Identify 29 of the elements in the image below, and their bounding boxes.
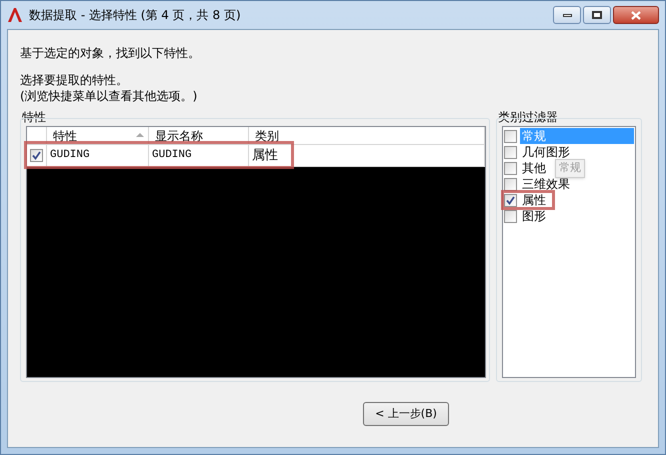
list-item[interactable]: 几何图形: [520, 144, 572, 160]
list-item[interactable]: 三维效果: [520, 176, 572, 192]
hint-text: (浏览快捷菜单以查看其他选项。): [20, 88, 198, 104]
minimize-button[interactable]: [553, 6, 581, 24]
checkbox[interactable]: [504, 210, 517, 222]
maximize-button[interactable]: [583, 6, 611, 24]
checkbox[interactable]: [30, 149, 43, 162]
list-item[interactable]: 属性: [520, 192, 548, 208]
list-item[interactable]: 其他: [520, 160, 548, 176]
checkbox[interactable]: [504, 194, 517, 206]
checkbox[interactable]: [504, 178, 517, 190]
back-button[interactable]: < 上一步(B): [363, 402, 449, 426]
column-header[interactable]: 显示名称: [149, 127, 249, 144]
tooltip: 常规: [555, 159, 585, 178]
close-icon: [631, 10, 641, 20]
close-button[interactable]: [613, 6, 659, 24]
table-cell: GUDING: [47, 145, 149, 166]
table-cell: GUDING: [149, 145, 249, 166]
checkbox[interactable]: [504, 146, 517, 158]
column-header[interactable]: 特性: [47, 127, 149, 144]
window-title: 数据提取 - 选择特性 (第 4 页，共 8 页): [29, 7, 241, 24]
checkbox[interactable]: [504, 162, 517, 174]
column-header[interactable]: 类别: [249, 127, 485, 144]
list-item[interactable]: 图形: [520, 208, 548, 224]
instruction-text: 选择要提取的特性。: [20, 72, 129, 88]
app-logo-icon: [7, 7, 23, 23]
intro-text: 基于选定的对象，找到以下特性。: [20, 45, 201, 62]
checkbox[interactable]: [504, 130, 517, 142]
table-cell: 属性: [249, 145, 485, 166]
